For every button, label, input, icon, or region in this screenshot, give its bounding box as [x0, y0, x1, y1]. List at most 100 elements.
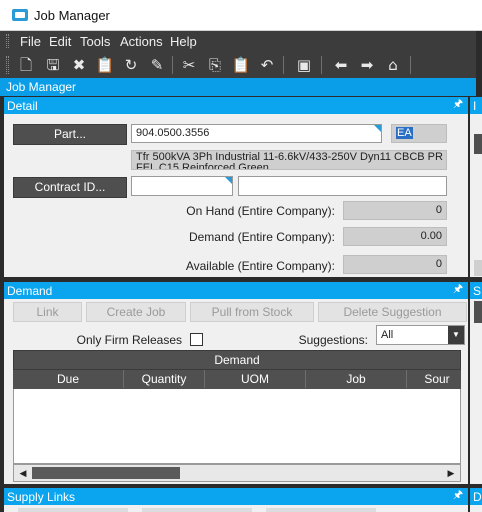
contract-description-field[interactable]: [238, 176, 447, 196]
demand-value: 0.00: [420, 230, 442, 242]
pull-from-stock-button[interactable]: Pull from Stock: [190, 302, 314, 322]
suggestions-value: All: [381, 329, 394, 341]
suggestions-label: Suggestions:: [298, 333, 368, 347]
home-icon[interactable]: ⌂: [383, 55, 403, 75]
link-button[interactable]: Link: [13, 302, 82, 322]
right-panel-field: [474, 260, 482, 276]
demand-panel-title: Demand: [7, 284, 53, 298]
right-panel-title-mid: S: [473, 284, 482, 298]
toolbar: 🗋 🖫 ✖ 📋 ↻ ✎ ✂ ⎘ 📋 ↶ ▣ ⬅ ➡ ⌂: [0, 51, 476, 78]
only-firm-releases-checkbox[interactable]: [190, 333, 203, 346]
scroll-right-icon[interactable]: ▶: [444, 466, 458, 480]
detail-panel-header: Detail 🖈: [4, 97, 468, 114]
new-icon[interactable]: 🗋: [16, 55, 36, 75]
on-hand-field: 0: [343, 201, 447, 220]
demand-grid-title: Demand: [13, 350, 461, 370]
supply-links-panel: [4, 505, 468, 512]
back-icon[interactable]: ⬅: [331, 55, 351, 75]
menu-bar: File Edit Tools Actions Help: [0, 31, 476, 51]
cut-icon[interactable]: ✂: [179, 55, 199, 75]
only-firm-releases-label: Only Firm Releases: [76, 333, 182, 347]
available-value: 0: [435, 258, 442, 270]
column-source[interactable]: Sour: [407, 370, 461, 388]
save-icon[interactable]: 🖫: [43, 55, 63, 75]
refresh-icon[interactable]: ↻: [121, 55, 141, 75]
horizontal-scrollbar[interactable]: ◀ ▶: [13, 464, 461, 482]
pin-icon[interactable]: 🖈: [453, 283, 463, 296]
delete-suggestion-button[interactable]: Delete Suggestion: [318, 302, 467, 322]
breadcrumb-bar: Job Manager: [0, 78, 476, 96]
undo-icon[interactable]: ↶: [257, 55, 277, 75]
pin-icon[interactable]: 🖈: [453, 489, 463, 502]
right-panel-mid: [470, 299, 482, 484]
right-panel-grid-header: [474, 301, 482, 323]
clipboard-icon[interactable]: 📋: [95, 55, 115, 75]
menu-help[interactable]: Help: [170, 34, 197, 49]
available-field: 0: [343, 255, 447, 274]
demand-panel-header: Demand 🖈: [4, 282, 468, 299]
pin-icon[interactable]: 🖈: [453, 98, 463, 111]
part-description: Tfr 500kVA 3Ph Industrial 11-6.6kV/433-2…: [136, 151, 443, 170]
toolbar-separator: [321, 56, 322, 74]
on-hand-label: On Hand (Entire Company):: [186, 204, 335, 218]
supply-button[interactable]: [18, 508, 128, 512]
detail-panel-title: Detail: [7, 99, 38, 113]
title-bar: Job Manager: [0, 0, 482, 31]
supply-links-panel-title: Supply Links: [7, 490, 76, 504]
demand-panel: Link Create Job Pull from Stock Delete S…: [4, 299, 468, 484]
menu-grip-icon: [6, 34, 9, 48]
demand-label: Demand (Entire Company):: [188, 230, 335, 244]
supply-button[interactable]: [142, 508, 252, 512]
menu-file[interactable]: File: [20, 34, 41, 49]
binoculars-icon[interactable]: ▣: [294, 55, 314, 75]
toolbar-separator: [172, 56, 173, 74]
demand-field: 0.00: [343, 227, 447, 246]
menu-actions[interactable]: Actions: [120, 34, 163, 49]
part-number-value: 904.0500.3556: [136, 127, 210, 139]
on-hand-value: 0: [435, 204, 442, 216]
right-panel-bottom: [470, 505, 482, 512]
column-due[interactable]: Due: [13, 370, 124, 388]
supply-links-panel-header: Supply Links 🖈: [4, 488, 468, 505]
right-panel-header-top: I: [470, 97, 482, 114]
demand-grid-body[interactable]: [13, 389, 461, 464]
right-panel-header-mid: S: [470, 282, 482, 299]
uom-field[interactable]: EA: [391, 124, 447, 143]
suggestions-dropdown[interactable]: All ▼: [376, 325, 465, 345]
part-number-field[interactable]: 904.0500.3556: [131, 124, 382, 143]
column-uom[interactable]: UOM: [205, 370, 306, 388]
right-panel-title-top: I: [473, 99, 477, 113]
required-marker: [225, 177, 232, 184]
supply-button[interactable]: [266, 508, 376, 512]
create-job-button[interactable]: Create Job: [86, 302, 186, 322]
contract-id-button[interactable]: Contract ID...: [13, 177, 127, 198]
app-icon: [12, 9, 28, 21]
demand-grid-header: Due Quantity UOM Job Sour: [13, 370, 461, 389]
paste-icon[interactable]: 📋: [231, 55, 251, 75]
column-job[interactable]: Job: [306, 370, 407, 388]
toolbar-separator: [283, 56, 284, 74]
column-quantity[interactable]: Quantity: [124, 370, 205, 388]
part-description-field: Tfr 500kVA 3Ph Industrial 11-6.6kV/433-2…: [131, 150, 447, 170]
breadcrumb: Job Manager: [6, 80, 77, 94]
delete-icon[interactable]: ✖: [69, 55, 89, 75]
forward-icon[interactable]: ➡: [357, 55, 377, 75]
detail-panel: Part... 904.0500.3556 EA Tfr 500kVA 3Ph …: [4, 114, 468, 277]
copy-icon[interactable]: ⎘: [205, 55, 225, 75]
demand-grid-title-text: Demand: [214, 353, 260, 367]
required-marker: [374, 125, 381, 132]
menu-edit[interactable]: Edit: [49, 34, 71, 49]
right-panel-button[interactable]: [474, 134, 482, 154]
clear-icon[interactable]: ✎: [147, 55, 167, 75]
right-panel-header-bottom: D: [470, 488, 482, 505]
scrollbar-thumb[interactable]: [32, 467, 180, 479]
right-panel-top: [470, 114, 482, 277]
chevron-down-icon[interactable]: ▼: [448, 326, 464, 344]
toolbar-grip-icon: [6, 56, 9, 74]
part-button[interactable]: Part...: [13, 124, 127, 145]
menu-tools[interactable]: Tools: [80, 34, 110, 49]
scroll-left-icon[interactable]: ◀: [16, 466, 30, 480]
contract-id-field[interactable]: [131, 176, 233, 196]
uom-value: EA: [396, 127, 413, 139]
right-panel-title-bottom: D: [473, 490, 482, 504]
